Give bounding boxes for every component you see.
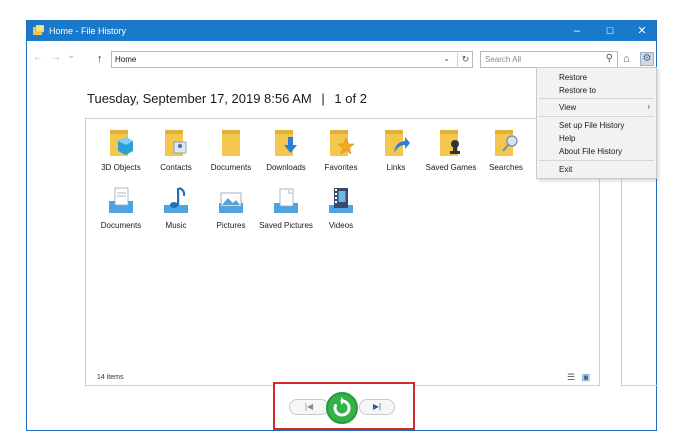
title-bar[interactable]: Home - File History – ☐ ✕ — [27, 21, 656, 41]
list-item[interactable]: Contacts — [149, 127, 203, 173]
item-label: Saved Pictures — [259, 221, 313, 230]
item-label: Saved Games — [425, 163, 477, 172]
item-label: Documents — [100, 221, 142, 230]
item-label: Documents — [210, 163, 252, 172]
search-placeholder: Search All — [485, 55, 522, 64]
item-count: 14 items — [97, 374, 124, 381]
menu-item-help[interactable]: Help — [559, 134, 575, 143]
maximize-button[interactable]: ☐ — [595, 21, 625, 41]
file-history-app-icon — [33, 25, 44, 35]
submenu-arrow-icon: › — [647, 102, 650, 111]
menu-item-restore[interactable]: Restore — [559, 73, 587, 82]
address-bar[interactable]: Home ⌄ — [111, 51, 473, 68]
close-button[interactable]: ✕ — [627, 21, 657, 41]
up-arrow-icon[interactable]: ↑ — [97, 53, 103, 65]
menu-item-about[interactable]: About File History — [559, 147, 622, 156]
folder-favorites-icon — [330, 130, 355, 156]
list-item[interactable]: Documents — [204, 127, 258, 173]
item-label: Downloads — [266, 163, 306, 172]
recent-locations-icon[interactable]: ⌄ — [67, 50, 75, 61]
list-item[interactable]: Favorites — [314, 127, 368, 173]
library-videos-icon — [329, 188, 353, 213]
large-icons-view-icon[interactable]: ▣ — [582, 372, 591, 382]
menu-item-exit[interactable]: Exit — [559, 165, 572, 174]
menu-item-view[interactable]: View — [559, 103, 576, 112]
folder-3d-objects-icon — [110, 130, 133, 156]
back-arrow-icon[interactable]: ← — [33, 52, 43, 63]
item-label: 3D Objects — [101, 163, 141, 172]
address-dropdown-icon[interactable]: ⌄ — [443, 54, 450, 63]
window-title: Home - File History — [49, 26, 127, 36]
menu-separator — [539, 116, 654, 117]
search-icon[interactable]: ⚲ — [606, 53, 613, 64]
item-label: Links — [386, 163, 406, 172]
menu-separator — [539, 98, 654, 99]
settings-menu: Restore Restore to View › Set up File Hi… — [536, 67, 657, 179]
gear-icon[interactable]: ⚙ — [640, 52, 654, 66]
item-label: Music — [165, 221, 187, 230]
list-item[interactable]: Saved Pictures — [259, 185, 313, 231]
folder-documents-icon — [222, 130, 240, 156]
search-box[interactable]: Search All ⚲ — [480, 51, 618, 68]
folder-contacts-icon — [165, 130, 187, 156]
library-pictures-icon — [219, 192, 243, 213]
menu-separator — [539, 160, 654, 161]
heading-separator: | — [321, 91, 325, 106]
view-toggle: ☰ ▣ — [567, 372, 590, 383]
folder-searches-icon — [495, 130, 518, 156]
list-item[interactable]: Saved Games — [424, 127, 478, 173]
list-item[interactable]: Documents — [94, 185, 148, 231]
home-icon[interactable]: ⌂ — [623, 53, 630, 65]
library-music-icon — [164, 187, 188, 213]
address-value: Home — [115, 55, 137, 64]
list-item[interactable]: Videos — [314, 185, 368, 231]
previous-version-button[interactable]: |◀ — [289, 399, 329, 415]
library-saved-pictures-icon — [274, 188, 298, 213]
version-navigation-bar: |◀ ▶| — [273, 382, 415, 430]
next-version-button[interactable]: ▶| — [359, 399, 395, 415]
backup-date: Tuesday, September 17, 2019 8:56 AM — [87, 91, 312, 106]
list-item[interactable]: Downloads — [259, 127, 313, 173]
item-label: Searches — [489, 163, 523, 172]
list-item[interactable]: Music — [149, 185, 203, 231]
backup-date-heading: Tuesday, September 17, 2019 8:56 AM | 1 … — [87, 91, 367, 106]
list-item[interactable]: Searches — [479, 127, 533, 173]
backup-contents-panel: 3D Objects Contacts Documents Downloads — [85, 118, 600, 386]
item-label: Favorites — [324, 163, 358, 172]
refresh-icon[interactable]: ↻ — [457, 51, 473, 68]
list-item[interactable]: Pictures — [204, 185, 258, 231]
minimize-button[interactable]: – — [562, 21, 592, 41]
restore-button[interactable] — [326, 392, 358, 424]
menu-item-restore-to[interactable]: Restore to — [559, 86, 596, 95]
backup-page-indicator: 1 of 2 — [334, 91, 367, 106]
restore-arrow-icon — [333, 397, 351, 417]
folder-downloads-icon — [275, 130, 297, 156]
list-item[interactable]: 3D Objects — [94, 127, 148, 173]
menu-item-setup[interactable]: Set up File History — [559, 121, 624, 130]
forward-arrow-icon[interactable]: → — [51, 52, 61, 63]
item-label: Videos — [328, 221, 354, 230]
item-label: Contacts — [160, 163, 192, 172]
library-documents-icon — [109, 187, 133, 213]
item-label: Pictures — [216, 221, 246, 230]
details-view-icon[interactable]: ☰ — [567, 372, 575, 382]
folder-links-icon — [385, 130, 410, 156]
folder-saved-games-icon — [440, 130, 460, 156]
list-item[interactable]: Links — [369, 127, 423, 173]
